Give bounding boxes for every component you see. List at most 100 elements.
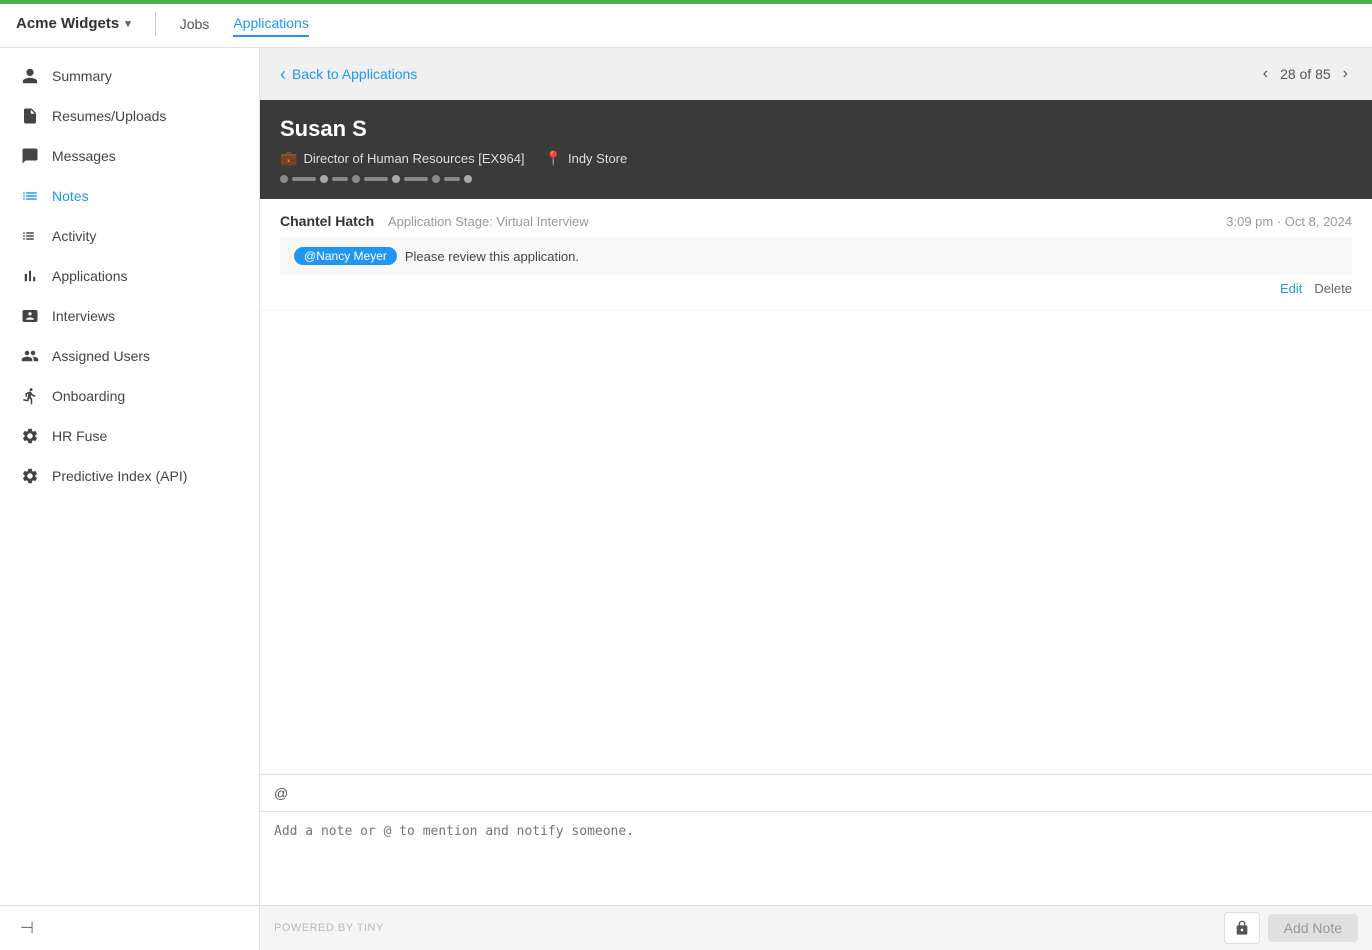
sidebar-label-resumes: Resumes/Uploads bbox=[52, 108, 166, 124]
person-icon bbox=[20, 66, 40, 86]
sidebar-label-assigned-users: Assigned Users bbox=[52, 348, 150, 364]
prev-candidate-button[interactable]: ‹ bbox=[1259, 63, 1272, 85]
pagination: ‹ 28 of 85 › bbox=[1259, 63, 1352, 85]
location: Indy Store bbox=[568, 151, 627, 166]
sidebar-collapse[interactable]: ⊣ bbox=[0, 905, 259, 950]
sidebar-label-messages: Messages bbox=[52, 148, 116, 164]
location-icon: 📍 bbox=[545, 150, 562, 167]
brand-chevron: ▾ bbox=[125, 17, 131, 30]
mention-symbol: @ bbox=[274, 785, 288, 801]
note-text: Please review this application. bbox=[405, 249, 579, 264]
interviews-icon bbox=[20, 306, 40, 326]
briefcase-icon: 💼 bbox=[280, 150, 297, 167]
sidebar-label-summary: Summary bbox=[52, 68, 112, 84]
note-editor-area: @ POWERED BY TINY Add Note bbox=[260, 774, 1372, 950]
editor-actions: Add Note bbox=[1224, 912, 1358, 944]
meta-dots bbox=[280, 175, 1352, 183]
back-arrow-icon: ‹ bbox=[280, 64, 286, 85]
sidebar-item-summary[interactable]: Summary bbox=[0, 56, 259, 96]
sidebar: Summary Resumes/Uploads Messages Notes bbox=[0, 48, 260, 950]
sidebar-item-activity[interactable]: Activity bbox=[0, 216, 259, 256]
walk-icon bbox=[20, 386, 40, 406]
sidebar-item-assigned-users[interactable]: Assigned Users bbox=[0, 336, 259, 376]
job-title: Director of Human Resources [EX964] bbox=[303, 151, 524, 166]
editor-mention-bar: @ bbox=[260, 775, 1372, 812]
meta-dot-5 bbox=[432, 175, 440, 183]
meta-line-3 bbox=[364, 177, 388, 181]
editor-footer: POWERED BY TINY Add Note bbox=[260, 905, 1372, 950]
meta-line-4 bbox=[404, 177, 428, 181]
note-timestamp: 3:09 pm · Oct 8, 2024 bbox=[1226, 214, 1352, 229]
sidebar-item-resumes[interactable]: Resumes/Uploads bbox=[0, 96, 259, 136]
sidebar-item-applications[interactable]: Applications bbox=[0, 256, 259, 296]
note-stage: Application Stage: Virtual Interview bbox=[388, 214, 589, 229]
brand-dropdown[interactable]: Acme Widgets ▾ bbox=[16, 15, 131, 32]
nav-divider bbox=[155, 12, 156, 36]
nav-applications[interactable]: Applications bbox=[233, 11, 309, 37]
candidate-name: Susan S bbox=[280, 116, 1352, 142]
note-item: Chantel Hatch Application Stage: Virtual… bbox=[260, 199, 1372, 311]
note-author: Chantel Hatch bbox=[280, 213, 374, 229]
candidate-info: 💼 Director of Human Resources [EX964] 📍 … bbox=[280, 150, 1352, 167]
back-to-applications[interactable]: ‹ Back to Applications bbox=[280, 64, 417, 85]
predictive-index-icon bbox=[20, 466, 40, 486]
job-title-item: 💼 Director of Human Resources [EX964] bbox=[280, 150, 525, 167]
next-candidate-button[interactable]: › bbox=[1339, 63, 1352, 85]
notes-icon bbox=[20, 186, 40, 206]
pagination-display: 28 of 85 bbox=[1280, 66, 1331, 82]
collapse-icon: ⊣ bbox=[20, 918, 34, 938]
note-header-left: Chantel Hatch Application Stage: Virtual… bbox=[280, 213, 589, 229]
mention-tag: @Nancy Meyer bbox=[294, 247, 397, 265]
powered-by-label: POWERED BY TINY bbox=[274, 922, 384, 934]
meta-line-2 bbox=[332, 177, 348, 181]
candidate-area: Susan S 💼 Director of Human Resources [E… bbox=[260, 100, 1372, 950]
meta-line-5 bbox=[444, 177, 460, 181]
sidebar-item-messages[interactable]: Messages bbox=[0, 136, 259, 176]
chat-icon bbox=[20, 146, 40, 166]
sidebar-item-onboarding[interactable]: Onboarding bbox=[0, 376, 259, 416]
nav-jobs[interactable]: Jobs bbox=[180, 12, 210, 36]
main-layout: Summary Resumes/Uploads Messages Notes bbox=[0, 48, 1372, 950]
sidebar-label-predictive-index: Predictive Index (API) bbox=[52, 468, 187, 484]
document-icon bbox=[20, 106, 40, 126]
green-bar bbox=[0, 0, 1372, 4]
meta-dot-1 bbox=[280, 175, 288, 183]
notes-content: Chantel Hatch Application Stage: Virtual… bbox=[260, 199, 1372, 774]
activity-icon bbox=[20, 226, 40, 246]
meta-dot-2 bbox=[320, 175, 328, 183]
people-icon bbox=[20, 346, 40, 366]
main-content: ‹ Back to Applications ‹ 28 of 85 › Susa… bbox=[260, 48, 1372, 950]
applications-icon bbox=[20, 266, 40, 286]
candidate-header: Susan S 💼 Director of Human Resources [E… bbox=[260, 100, 1372, 199]
sidebar-item-hr-fuse[interactable]: HR Fuse bbox=[0, 416, 259, 456]
sidebar-label-interviews: Interviews bbox=[52, 308, 115, 324]
delete-note-button[interactable]: Delete bbox=[1314, 281, 1352, 296]
sub-header: ‹ Back to Applications ‹ 28 of 85 › bbox=[260, 48, 1372, 100]
top-nav: Acme Widgets ▾ Jobs Applications bbox=[0, 0, 1372, 48]
meta-dot-4 bbox=[392, 175, 400, 183]
note-header: Chantel Hatch Application Stage: Virtual… bbox=[280, 213, 1352, 229]
lock-icon bbox=[1234, 920, 1250, 936]
note-actions: Edit Delete bbox=[280, 281, 1352, 296]
brand-name: Acme Widgets bbox=[16, 15, 119, 32]
meta-line-1 bbox=[292, 177, 316, 181]
note-body: @Nancy Meyer Please review this applicat… bbox=[280, 237, 1352, 275]
add-note-button[interactable]: Add Note bbox=[1268, 914, 1358, 942]
sidebar-item-predictive-index[interactable]: Predictive Index (API) bbox=[0, 456, 259, 496]
sidebar-label-applications: Applications bbox=[52, 268, 128, 284]
sidebar-label-onboarding: Onboarding bbox=[52, 388, 125, 404]
lock-button[interactable] bbox=[1224, 912, 1260, 944]
sidebar-item-interviews[interactable]: Interviews bbox=[0, 296, 259, 336]
sidebar-label-notes: Notes bbox=[52, 188, 89, 204]
back-label: Back to Applications bbox=[292, 66, 417, 82]
sidebar-items: Summary Resumes/Uploads Messages Notes bbox=[0, 48, 259, 905]
sidebar-label-activity: Activity bbox=[52, 228, 96, 244]
note-editor-input[interactable] bbox=[260, 812, 1372, 902]
edit-note-button[interactable]: Edit bbox=[1280, 281, 1302, 296]
meta-dot-6 bbox=[464, 175, 472, 183]
meta-dot-3 bbox=[352, 175, 360, 183]
sidebar-item-notes[interactable]: Notes bbox=[0, 176, 259, 216]
location-item: 📍 Indy Store bbox=[545, 150, 628, 167]
sidebar-label-hr-fuse: HR Fuse bbox=[52, 428, 107, 444]
candidate-meta bbox=[280, 175, 1352, 183]
